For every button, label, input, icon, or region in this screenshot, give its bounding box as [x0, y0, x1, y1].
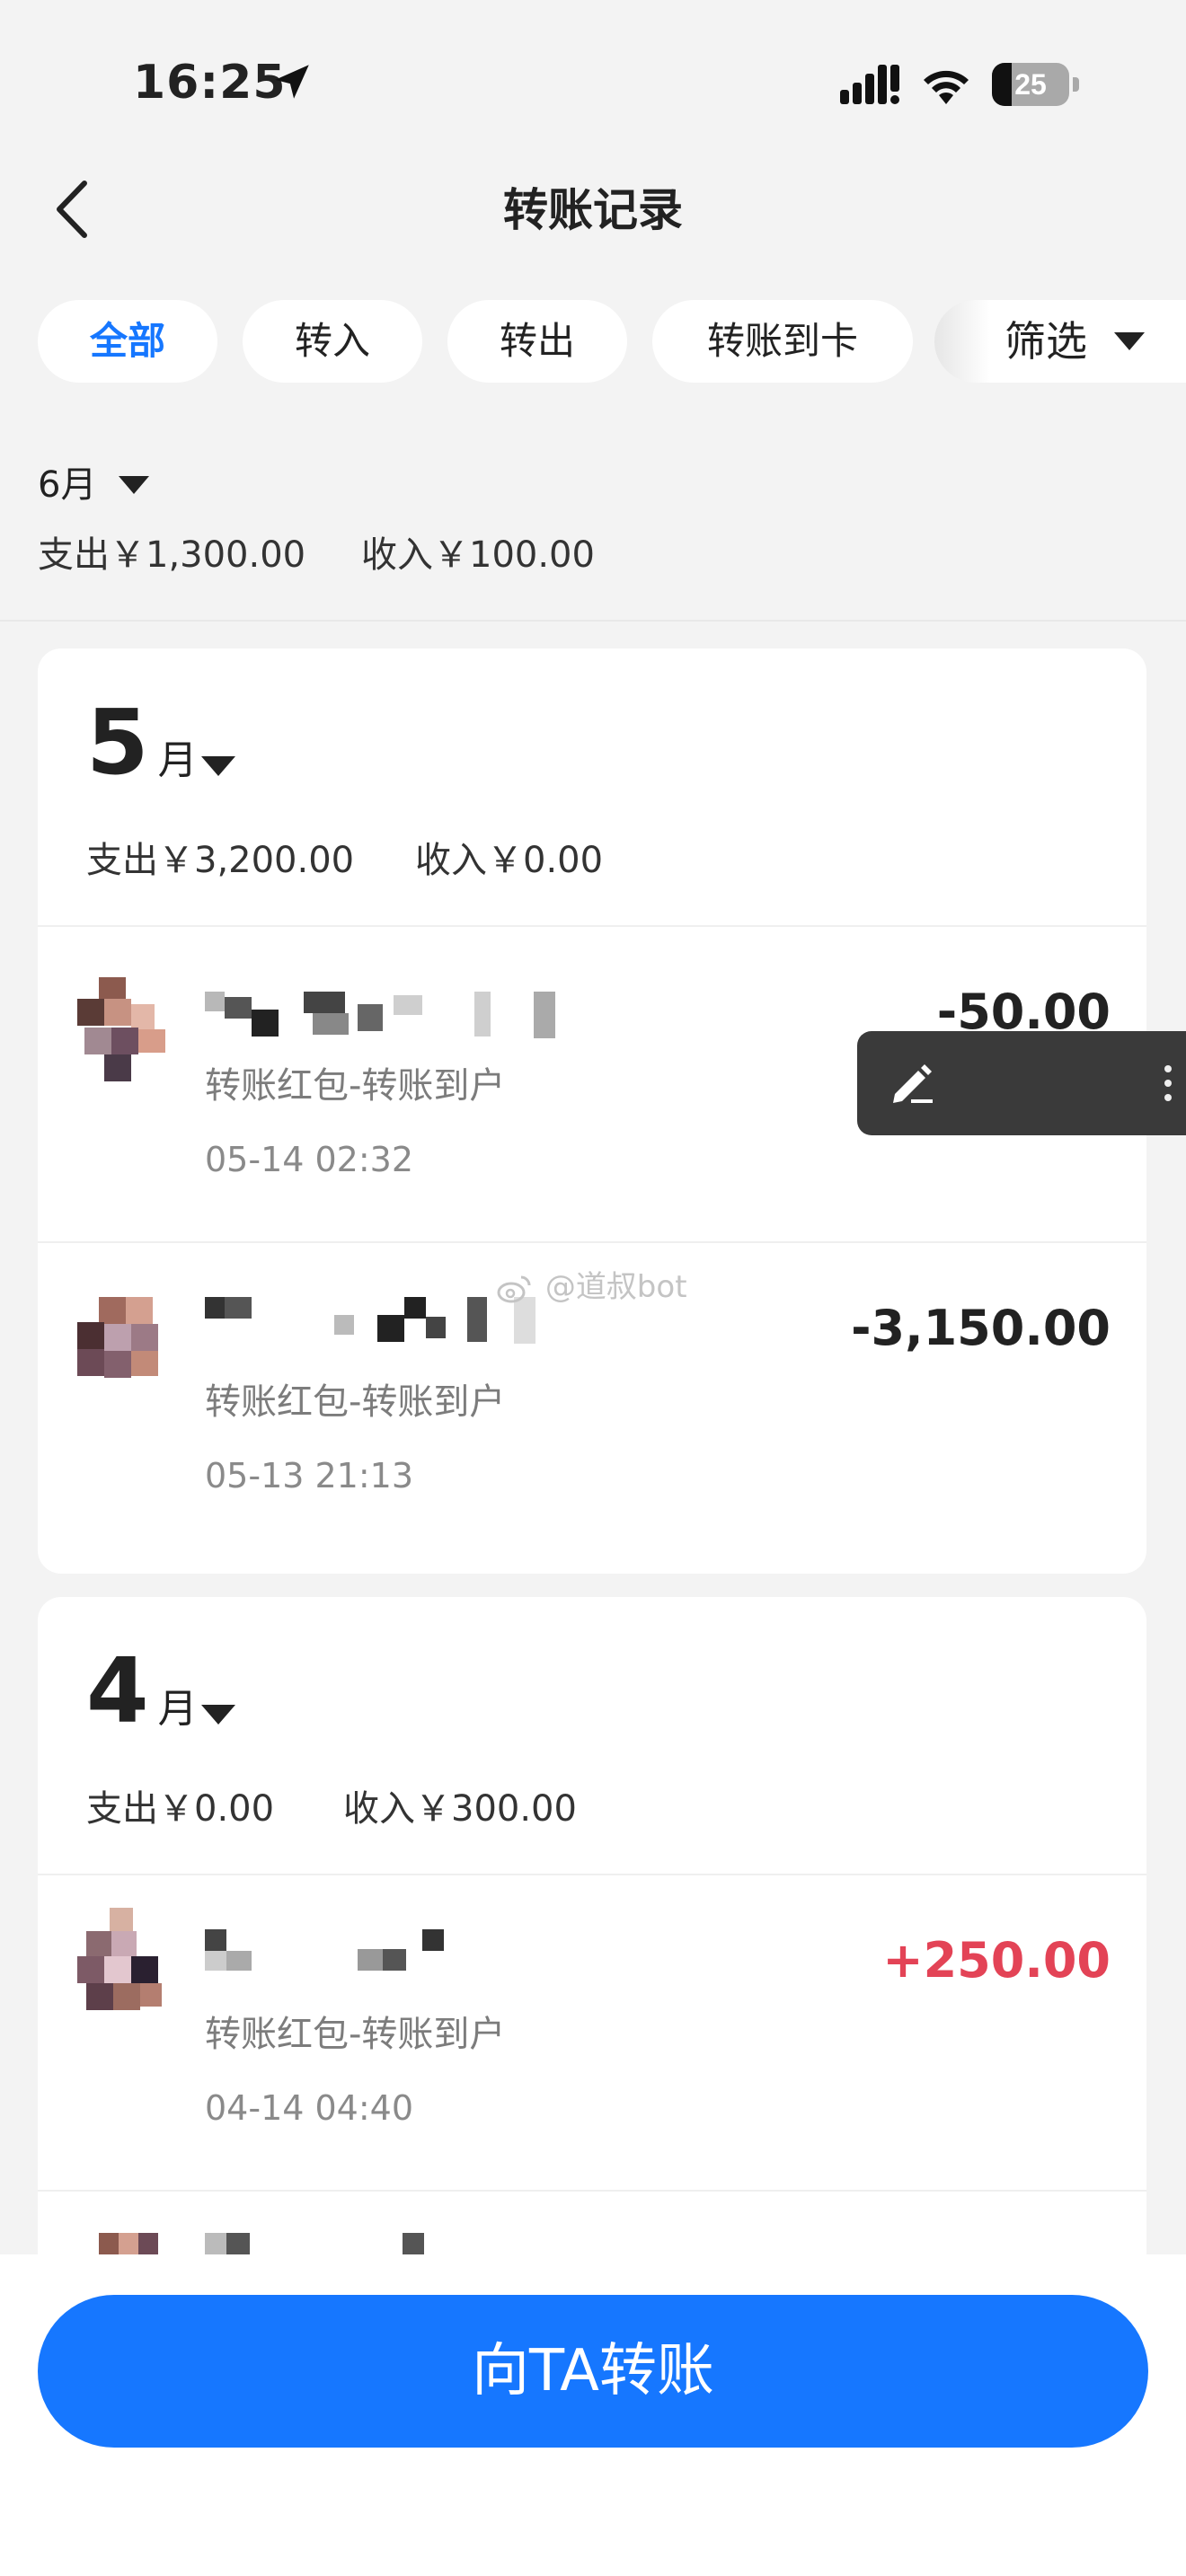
watermark-text: @道叔bot	[544, 1269, 687, 1305]
page-title: 转账记录	[503, 184, 683, 236]
battery-percent: 25	[1014, 68, 1047, 101]
transaction-desc: 转账红包-转账到户	[205, 1065, 506, 1107]
month-unit: 月	[157, 737, 198, 783]
avatar	[77, 1297, 176, 1403]
floating-edit-toolbar[interactable]	[857, 1031, 1186, 1135]
tab-incoming[interactable]: 转入	[243, 300, 422, 383]
income-summary: 收入￥100.00	[361, 534, 595, 576]
transaction-amount: -3,150.00	[851, 1300, 1111, 1356]
income-summary: 收入￥300.00	[343, 1788, 577, 1830]
pen-icon[interactable]	[888, 1058, 938, 1108]
month-selector-may[interactable]: 5月	[86, 693, 198, 792]
battery-icon: 25	[992, 63, 1080, 106]
contact-name-redacted	[205, 992, 573, 1045]
transaction-datetime: 05-14 02:32	[205, 1140, 414, 1179]
tab-outgoing[interactable]: 转出	[447, 300, 627, 383]
avatar	[77, 1908, 176, 2014]
caret-down-icon	[119, 476, 149, 494]
tab-to-card[interactable]: 转账到卡	[652, 300, 913, 383]
caret-down-icon	[201, 1705, 235, 1725]
month-number: 4	[86, 1638, 149, 1743]
expense-summary: 支出￥3,200.00	[86, 840, 355, 881]
watermark: @道叔bot	[496, 1265, 687, 1310]
more-vertical-icon[interactable]	[1163, 1063, 1173, 1103]
contact-name-redacted	[205, 2233, 429, 2256]
status-time: 16:25	[133, 56, 287, 110]
month-label: 6月	[38, 464, 97, 506]
month-selector-june[interactable]: 6月	[38, 460, 96, 510]
tab-all[interactable]: 全部	[38, 300, 217, 383]
caret-down-icon	[201, 756, 235, 776]
expense-summary: 支出￥1,300.00	[38, 534, 306, 576]
cellular-signal-icon	[840, 65, 899, 104]
weibo-icon	[497, 1275, 531, 1302]
divider	[0, 620, 1186, 622]
transaction-desc: 转账红包-转账到户	[205, 1381, 506, 1423]
wifi-icon	[924, 70, 969, 104]
avatar	[99, 2233, 162, 2256]
filter-button[interactable]: 筛选	[934, 300, 1186, 383]
income-summary: 收入￥0.00	[415, 840, 604, 881]
contact-name-redacted	[205, 1929, 573, 1983]
filter-label: 筛选	[1005, 317, 1087, 366]
transaction-amount: +250.00	[882, 1932, 1111, 1989]
divider	[38, 2190, 1146, 2192]
month-unit: 月	[157, 1686, 198, 1732]
location-arrow-icon	[275, 65, 309, 99]
caret-down-icon	[1114, 332, 1145, 350]
expense-summary: 支出￥0.00	[86, 1788, 275, 1830]
month-selector-april[interactable]: 4月	[86, 1642, 198, 1741]
month-number: 5	[86, 690, 149, 795]
transaction-desc: 转账红包-转账到户	[205, 2014, 506, 2055]
avatar	[77, 977, 176, 1083]
transaction-datetime: 04-14 04:40	[205, 2088, 414, 2128]
transaction-datetime: 05-13 21:13	[205, 1456, 414, 1495]
transfer-to-ta-button[interactable]: 向TA转账	[38, 2295, 1148, 2448]
